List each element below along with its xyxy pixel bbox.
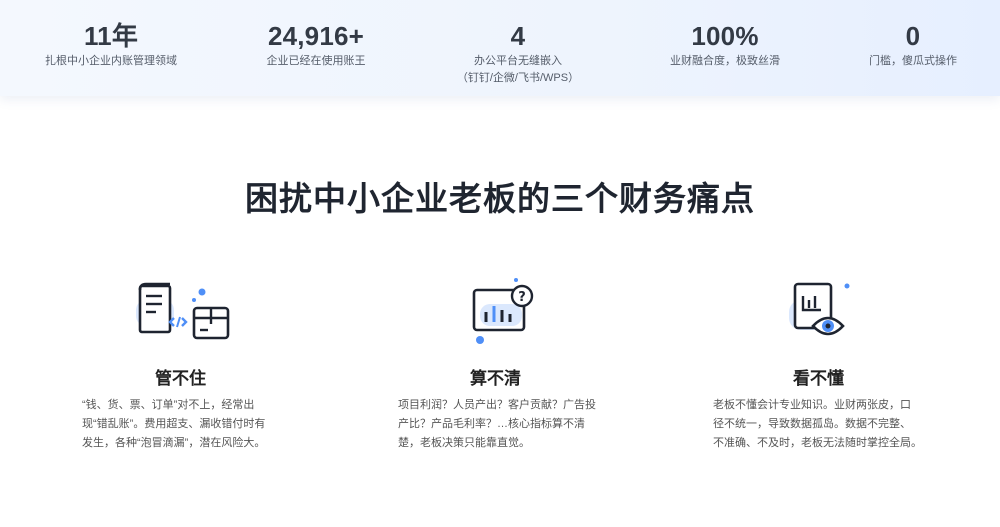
card-desc-line: 产比？产品毛利率？…核心指标算不清 (398, 418, 585, 430)
card-desc-line: 楚，老板决策只能靠直觉。 (398, 437, 530, 449)
stat-value: 0 (905, 21, 921, 51)
stat-threshold: 0 门槛，傻瓜式操作 (818, 20, 1000, 69)
card-desc-line: 现“错乱账”。费用超支、漏收错付时有 (82, 418, 266, 430)
stat-value: 100% (691, 21, 759, 51)
stat-years: 11年 扎根中小企业内账管理领域 (16, 20, 206, 69)
report-eye-icon (787, 276, 897, 362)
card-desc-line: 发生，各种“泡冒滴漏”，潜在风险大。 (82, 437, 266, 449)
stat-value: 4 (510, 21, 526, 51)
stat-label: 扎根中小企业内账管理领域 (45, 55, 177, 67)
stat-value: 24,916+ (267, 21, 365, 51)
document-box-icon (130, 276, 240, 362)
card-title: 算不清 (470, 369, 521, 388)
stat-sublabel: （钉钉/企微/飞书/WPS） (456, 72, 580, 84)
chart-question-icon: ? (466, 276, 576, 362)
stat-label: 业财融合度，极致丝滑 (670, 55, 780, 67)
stat-value: 11年 (83, 21, 139, 51)
card-title: 看不懂 (793, 369, 844, 388)
svg-text:?: ? (518, 290, 526, 305)
card-desc-line: 不准确、不及时，老板无法随时掌控全局。 (713, 437, 922, 449)
card-description: 老板不懂会计专业知识。业财两张皮，口 径不统一，导致数据孤岛。数据不完整、 不准… (713, 396, 923, 453)
stat-integration: 100% 业财融合度，极致丝滑 (630, 20, 820, 69)
stat-label: 门槛，傻瓜式操作 (869, 55, 957, 67)
card-desc-line: 径不统一，导致数据孤岛。数据不完整、 (713, 418, 911, 430)
card-description: “钱、货、票、订单”对不上，经常出 现“错乱账”。费用超支、漏收错付时有 发生，… (82, 396, 292, 453)
card-desc-line: “钱、货、票、订单”对不上，经常出 (82, 399, 255, 411)
stat-label: 办公平台无缝嵌入 (474, 55, 562, 67)
stat-platforms: 4 办公平台无缝嵌入 （钉钉/企微/飞书/WPS） (423, 20, 613, 86)
card-desc-line: 老板不懂会计专业知识。业财两张皮，口 (713, 399, 911, 411)
section-title: 困扰中小企业老板的三个财务痛点 (245, 180, 755, 217)
card-title: 管不住 (155, 369, 206, 388)
stat-companies: 24,916+ 企业已经在使用账王 (221, 20, 411, 69)
stat-label: 企业已经在使用账王 (266, 55, 366, 67)
stats-band: 11年 扎根中小企业内账管理领域 24,916+ 企业已经在使用账王 4 办公平… (0, 0, 1000, 96)
card-description: 项目利润？人员产出？客户贡献？广告投 产比？产品毛利率？…核心指标算不清 楚，老… (398, 396, 608, 453)
card-desc-line: 项目利润？人员产出？客户贡献？广告投 (398, 399, 596, 411)
